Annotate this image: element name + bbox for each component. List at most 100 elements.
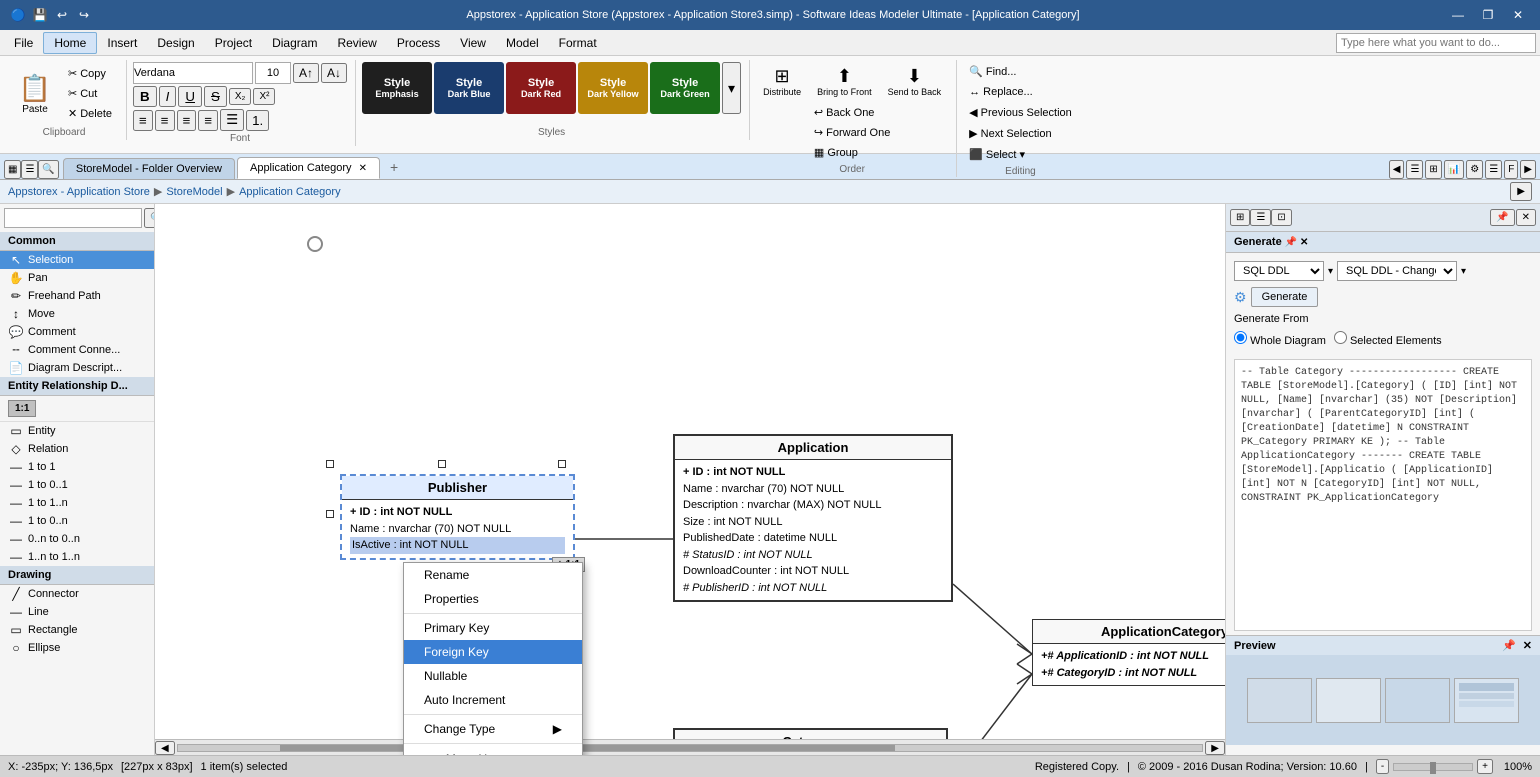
tool-pan[interactable]: ✋ Pan — [0, 269, 154, 287]
qa-save[interactable]: 💾 — [30, 5, 50, 25]
selected-elements-radio-label[interactable]: Selected Elements — [1334, 331, 1442, 347]
app-field-6[interactable]: # StatusID : int NOT NULL — [683, 547, 943, 564]
breadcrumb-part-3[interactable]: Application Category — [239, 186, 341, 198]
app-field-5[interactable]: PublishedDate : datetime NULL — [683, 530, 943, 547]
tool-diagram-desc[interactable]: 📄 Diagram Descript... — [0, 359, 154, 377]
menu-design[interactable]: Design — [147, 33, 204, 53]
entity-application[interactable]: Application + ID : int NOT NULL Name : n… — [673, 434, 953, 602]
toolbox-search-btn[interactable]: 🔍 — [144, 208, 155, 228]
strikethrough-btn[interactable]: S — [204, 86, 227, 107]
ctx-primary-key[interactable]: Primary Key — [404, 616, 582, 640]
list-view-btn[interactable]: ☰ — [21, 160, 38, 179]
scroll-left-btn[interactable]: ◀ — [155, 741, 175, 755]
right-panel-toggle-4[interactable]: 📊 — [1444, 160, 1464, 179]
tool-line[interactable]: — Line — [0, 603, 154, 621]
zoom-in-btn[interactable]: + — [1477, 759, 1493, 774]
breadcrumb-part-1[interactable]: Appstorex - Application Store — [8, 186, 150, 198]
prev-selection-btn[interactable]: ◀ Previous Selection — [963, 103, 1078, 122]
scroll-thumb[interactable] — [280, 745, 895, 751]
close-button[interactable]: ✕ — [1504, 5, 1532, 25]
tool-1to01[interactable]: — 1 to 0..1 — [0, 476, 154, 494]
right-panel-toggle-6[interactable]: ☰ — [1485, 160, 1502, 179]
app-field-7[interactable]: DownloadCounter : int NOT NULL — [683, 563, 943, 580]
search-panel-btn[interactable]: 🔍 — [38, 160, 58, 179]
tool-comment-conn[interactable]: ╌ Comment Conne... — [0, 341, 154, 359]
copy-button[interactable]: ✂ Copy — [62, 64, 118, 83]
align-justify-btn[interactable]: ≡ — [198, 110, 218, 131]
ctx-change-type[interactable]: Change Type ▶ — [404, 717, 582, 741]
tool-selection[interactable]: ↖ Selection — [0, 251, 154, 269]
bring-to-front-btn[interactable]: ⬆ Bring to Front — [810, 62, 879, 101]
tab-close-btn[interactable]: ✕ — [359, 163, 367, 174]
add-tab-btn[interactable]: + — [382, 155, 406, 179]
styles-more-btn[interactable]: ▾ — [722, 62, 741, 114]
right-panel-toggle-7[interactable]: F — [1504, 160, 1518, 179]
app-field-3[interactable]: Description : nvarchar (MAX) NOT NULL — [683, 497, 943, 514]
h-scrollbar[interactable]: ◀ ▶ — [155, 739, 1225, 755]
italic-btn[interactable]: I — [159, 86, 177, 107]
paste-button[interactable]: 📋 Paste — [10, 69, 60, 119]
zoom-out-btn[interactable]: - — [1376, 759, 1389, 774]
sql-code-area[interactable]: -- Table Category ------------------ CRE… — [1234, 359, 1532, 631]
replace-btn[interactable]: ↔ Replace... — [963, 83, 1078, 101]
bold-btn[interactable]: B — [133, 86, 157, 107]
ctx-move-up[interactable]: ▲ Move Up — [404, 746, 582, 755]
scroll-right-btn[interactable]: ▶ — [1205, 741, 1225, 755]
right-panel-toggle-8[interactable]: ▶ — [1520, 160, 1536, 179]
qa-redo[interactable]: ↪ — [74, 5, 94, 25]
rp-pin-btn[interactable]: 📌 — [1490, 209, 1514, 226]
publisher-field-3[interactable]: IsActive : int NOT NULL — [350, 537, 565, 554]
rp-toolbar-btn-2[interactable]: ☰ — [1250, 209, 1271, 226]
right-panel-toggle-3[interactable]: ⊞ — [1425, 160, 1441, 179]
list-btn[interactable]: ☰ — [220, 109, 244, 131]
tool-1to1[interactable]: — 1 to 1 — [0, 458, 154, 476]
whole-diagram-radio-label[interactable]: Whole Diagram — [1234, 331, 1326, 347]
tool-0nto0n[interactable]: — 0..n to 0..n — [0, 530, 154, 548]
menu-project[interactable]: Project — [205, 33, 262, 53]
font-grow-btn[interactable]: A↑ — [293, 63, 319, 83]
entity-publisher[interactable]: Publisher + ID : int NOT NULL Name : nva… — [340, 474, 575, 560]
align-left-btn[interactable]: ≡ — [133, 110, 153, 131]
subscript-btn[interactable]: X₂ — [229, 88, 252, 105]
menu-diagram[interactable]: Diagram — [262, 33, 327, 53]
font-family-input[interactable] — [133, 62, 253, 84]
rp-toolbar-btn-1[interactable]: ⊞ — [1230, 209, 1250, 226]
tool-rectangle[interactable]: ▭ Rectangle — [0, 621, 154, 639]
preview-close-icon[interactable]: ✕ — [1523, 640, 1532, 652]
style-dark-yellow-btn[interactable]: StyleDark Yellow — [578, 62, 648, 114]
select-btn[interactable]: ⬛ Select ▾ — [963, 145, 1078, 164]
publisher-field-2[interactable]: Name : nvarchar (70) NOT NULL — [350, 521, 565, 538]
next-selection-btn[interactable]: ▶ Next Selection — [963, 124, 1078, 143]
align-center-btn[interactable]: ≡ — [155, 110, 175, 131]
style-dark-green-btn[interactable]: StyleDark Green — [650, 62, 720, 114]
tab-folder-overview[interactable]: StoreModel - Folder Overview — [63, 158, 235, 179]
group-btn[interactable]: ▦ Group — [808, 143, 896, 162]
delete-button[interactable]: ✕ Delete — [62, 104, 118, 123]
generate-btn[interactable]: Generate — [1251, 287, 1319, 307]
toolbox-search-input[interactable] — [4, 208, 142, 228]
app-field-8[interactable]: # PublisherID : int NOT NULL — [683, 580, 943, 597]
back-one-btn[interactable]: ↩ Back One — [808, 103, 896, 122]
right-panel-toggle-1[interactable]: ◀ — [1389, 160, 1405, 179]
font-size-input[interactable] — [255, 62, 291, 84]
handle-ml[interactable] — [326, 510, 334, 518]
cut-button[interactable]: ✂ Cut — [62, 84, 118, 103]
handle-tr[interactable] — [558, 460, 566, 468]
whole-diagram-radio[interactable] — [1234, 331, 1247, 344]
tool-1nto1n[interactable]: — 1..n to 1..n — [0, 548, 154, 566]
app-field-4[interactable]: Size : int NOT NULL — [683, 514, 943, 531]
menu-format[interactable]: Format — [549, 33, 607, 53]
minimize-button[interactable]: — — [1444, 5, 1472, 25]
maximize-button[interactable]: ❐ — [1474, 5, 1502, 25]
tool-relation[interactable]: ◇ Relation — [0, 440, 154, 458]
scroll-track[interactable] — [177, 744, 1204, 752]
ctx-foreign-key[interactable]: Foreign Key — [404, 640, 582, 664]
find-btn[interactable]: 🔍 Find... — [963, 62, 1078, 81]
style-dark-red-btn[interactable]: StyleDark Red — [506, 62, 576, 114]
tool-freehand[interactable]: ✏ Freehand Path — [0, 287, 154, 305]
ctx-nullable[interactable]: Nullable — [404, 664, 582, 688]
qa-undo[interactable]: ↩ — [52, 5, 72, 25]
tool-move[interactable]: ↕ Move — [0, 305, 154, 323]
tool-comment[interactable]: 💬 Comment — [0, 323, 154, 341]
app-field-2[interactable]: Name : nvarchar (70) NOT NULL — [683, 481, 943, 498]
